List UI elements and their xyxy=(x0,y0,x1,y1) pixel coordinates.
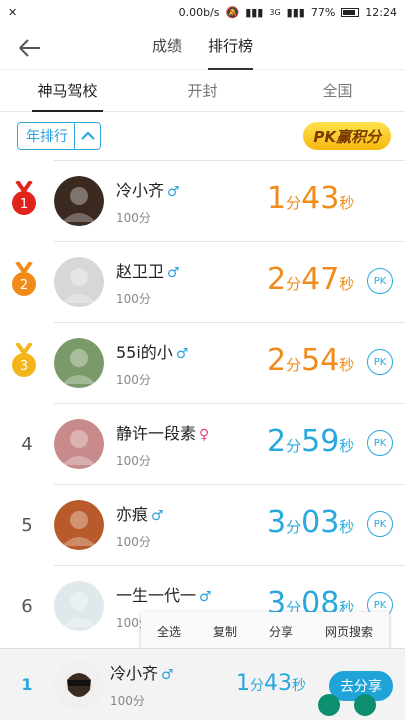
rank-medal-icon: 1 xyxy=(12,181,36,215)
avatar[interactable] xyxy=(54,500,104,550)
male-icon: ♂ xyxy=(151,507,164,524)
male-icon: ♂ xyxy=(167,183,180,200)
my-name: 冷小齐 xyxy=(110,664,159,683)
table-row[interactable]: 2 赵卫卫 ♂ 100分 2分47秒 PK xyxy=(12,241,405,322)
tab-national[interactable]: 全国 xyxy=(270,70,405,111)
signal-3g: 3G xyxy=(269,7,281,17)
battery-icon xyxy=(341,7,360,17)
avatar[interactable] xyxy=(54,581,104,631)
back-arrow-icon[interactable] xyxy=(16,34,44,62)
user-name: 静许一段素 xyxy=(116,423,197,443)
period-dropdown[interactable]: 年排行 xyxy=(17,122,101,150)
user-name: 冷小齐 xyxy=(116,180,165,200)
my-avatar xyxy=(54,659,104,710)
user-score: 100分 xyxy=(116,372,151,387)
male-icon: ♂ xyxy=(199,588,212,605)
signal-icon: ▮▮▮ xyxy=(245,5,264,19)
my-time: 1分43秒 xyxy=(236,671,306,696)
table-row[interactable]: 5 亦痕 ♂ 100分 3分03秒 PK xyxy=(21,484,405,565)
table-row[interactable]: 1 冷小齐 ♂ 100分 1分43秒 xyxy=(12,160,405,241)
text-context-menu: 全选 复制 分享 网页搜索 xyxy=(141,612,389,650)
male-icon: ♂ xyxy=(167,264,180,281)
rank-number: 3 xyxy=(20,359,28,374)
user-name: 亦痕 xyxy=(116,504,149,524)
rank-number: 1 xyxy=(20,197,28,212)
my-rank: 1 xyxy=(21,675,33,694)
tab-scores[interactable]: 成绩 xyxy=(152,23,182,70)
filter-bar: 年排行 PK赢积分 xyxy=(0,112,405,160)
avatar[interactable] xyxy=(54,419,104,469)
pk-button[interactable]: PK xyxy=(367,349,393,375)
select-all-menu-item[interactable]: 全选 xyxy=(157,623,181,640)
best-time: 2分47秒 xyxy=(267,262,355,297)
leaderboard-list: 1 冷小齐 ♂ 100分 1分43秒 2 赵卫卫 ♂ 100分 2分47秒 PK 3 xyxy=(0,160,405,646)
status-bar: ✕ 0.00b/s 🔕 ▮▮▮ 3G ▮▮▮ 77% 12:24 xyxy=(0,0,405,24)
user-score: 100分 xyxy=(116,210,151,225)
tab-leaderboard[interactable]: 排行榜 xyxy=(208,23,254,70)
table-row[interactable]: 4 静许一段素 ♀ 100分 2分59秒 PK xyxy=(21,403,405,484)
rank-number: 4 xyxy=(21,433,33,455)
avatar[interactable] xyxy=(54,257,104,307)
table-row[interactable]: 3 55i的小 ♂ 100分 2分54秒 PK xyxy=(12,322,405,403)
best-time: 1分43秒 xyxy=(267,181,355,216)
pk-button[interactable]: PK xyxy=(367,430,393,456)
copy-menu-item[interactable]: 复制 xyxy=(213,623,237,640)
signal-icon-2: ▮▮▮ xyxy=(286,5,305,19)
nav-bar: 成绩 排行榜 xyxy=(0,24,405,70)
user-score: 100分 xyxy=(116,534,151,549)
avatar[interactable] xyxy=(54,176,104,226)
battery-percent: 77% xyxy=(310,5,336,19)
pk-button[interactable]: PK xyxy=(367,268,393,294)
rank-medal-icon: 3 xyxy=(12,343,36,377)
rank-medal-icon: 2 xyxy=(12,262,36,296)
tab-school[interactable]: 神马驾校 xyxy=(0,70,135,112)
pk-points-badge[interactable]: PK赢积分 xyxy=(303,122,391,150)
pk-button[interactable]: PK xyxy=(367,511,393,537)
best-time: 2分59秒 xyxy=(267,424,355,459)
male-icon: ♂ xyxy=(175,345,189,362)
my-score: 100分 xyxy=(110,694,145,708)
clock: 12:24 xyxy=(365,5,397,19)
floating-overlay xyxy=(318,694,376,716)
chevron-up-icon xyxy=(74,123,100,149)
network-speed: 0.00b/s xyxy=(178,5,220,19)
share-menu-item[interactable]: 分享 xyxy=(269,623,293,640)
male-icon: ♂ xyxy=(161,667,174,683)
user-score: 100分 xyxy=(116,291,151,306)
period-label: 年排行 xyxy=(26,129,68,145)
rank-number: 5 xyxy=(21,514,33,536)
user-name: 一生一代一 xyxy=(116,585,197,605)
avatar[interactable] xyxy=(54,338,104,388)
web-search-menu-item[interactable]: 网页搜索 xyxy=(325,623,373,640)
best-time: 2分54秒 xyxy=(267,343,355,378)
best-time: 3分03秒 xyxy=(267,505,355,540)
female-icon: ♀ xyxy=(199,426,210,443)
rank-number: 6 xyxy=(21,595,33,617)
mute-icon: 🔕 xyxy=(225,5,240,19)
tab-city[interactable]: 开封 xyxy=(135,70,270,111)
user-name: 55i的小 xyxy=(116,342,173,362)
rank-number: 2 xyxy=(20,278,28,293)
user-name: 赵卫卫 xyxy=(116,261,165,281)
notification-icon: ✕ xyxy=(8,5,18,19)
user-score: 100分 xyxy=(116,453,151,468)
scope-tabs: 神马驾校 开封 全国 xyxy=(0,70,405,112)
